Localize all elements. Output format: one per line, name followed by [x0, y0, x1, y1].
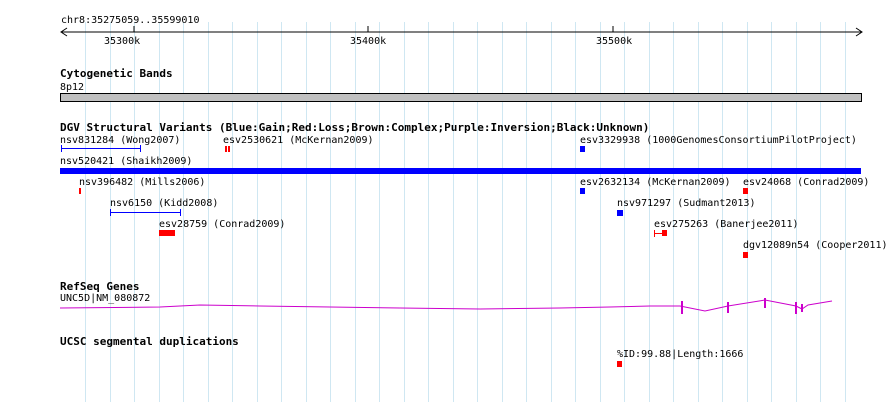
grid-line	[649, 22, 650, 402]
variant-bar-loss[interactable]	[225, 146, 227, 152]
track-title-cytogenetic-bands: Cytogenetic Bands	[60, 67, 173, 80]
genome-browser-view: chr8:35275059..35599010 35300k 35400k 35…	[0, 0, 890, 402]
grid-line	[698, 22, 699, 402]
variant-label: dgv12089n54 (Cooper2011)	[743, 240, 888, 251]
segdup-label: %ID:99.88|Length:1666	[617, 349, 744, 360]
grid-line	[428, 22, 429, 402]
gene-model-unc5d[interactable]	[0, 296, 890, 322]
variant-bar-loss[interactable]	[228, 146, 230, 152]
variant-label: nsv971297 (Sudmant2013)	[617, 198, 756, 209]
variant-bar-loss[interactable]	[662, 230, 667, 236]
ruler-tick-label: 35400k	[350, 36, 387, 47]
grid-line	[575, 22, 576, 402]
ruler-tick-label: 35300k	[104, 36, 141, 47]
variant-label: esv2530621 (McKernan2009)	[223, 135, 374, 146]
grid-line	[771, 22, 772, 402]
track-title-dgv-structural-variants: DGV Structural Variants (Blue:Gain;Red:L…	[60, 121, 650, 134]
variant-bar-gain[interactable]	[60, 168, 861, 174]
grid-line	[379, 22, 380, 402]
grid-line	[747, 22, 748, 402]
variant-label: esv275263 (Banerjee2011)	[654, 219, 799, 230]
variant-bar-gain[interactable]	[617, 210, 623, 216]
track-title-refseq-genes: RefSeq Genes	[60, 280, 140, 293]
variant-bar-end	[180, 209, 181, 216]
variant-bar-end	[654, 230, 655, 237]
variant-label: nsv520421 (Shaikh2009)	[60, 156, 193, 167]
grid-line	[624, 22, 625, 402]
variant-label: esv24068 (Conrad2009)	[743, 177, 870, 188]
variant-bar-loss[interactable]	[159, 230, 175, 236]
variant-bar-gain[interactable]	[580, 188, 585, 194]
variant-bar-loss[interactable]	[79, 188, 81, 194]
grid-line	[404, 22, 405, 402]
grid-line	[845, 22, 846, 402]
variant-label: nsv396482 (Mills2006)	[79, 177, 206, 188]
segdup-bar[interactable]	[617, 361, 622, 367]
grid-line	[453, 22, 454, 402]
grid-line	[281, 22, 282, 402]
grid-line	[600, 22, 601, 402]
variant-bar-gain[interactable]	[61, 148, 141, 149]
grid-line	[477, 22, 478, 402]
variant-bar-gain[interactable]	[580, 146, 585, 152]
variant-label: nsv6150 (Kidd2008)	[110, 198, 219, 209]
variant-label: esv28759 (Conrad2009)	[159, 219, 286, 230]
variant-label: nsv831284 (Wong2007)	[60, 135, 181, 146]
grid-line	[330, 22, 331, 402]
variant-bar-end	[61, 145, 62, 152]
variant-bar-end	[140, 145, 141, 152]
cytoband-bar[interactable]	[60, 93, 862, 102]
grid-line	[722, 22, 723, 402]
grid-line	[820, 22, 821, 402]
track-title-segmental-duplications: UCSC segmental duplications	[60, 335, 239, 348]
grid-line	[257, 22, 258, 402]
variant-label: esv2632134 (McKernan2009)	[580, 177, 731, 188]
grid-line	[355, 22, 356, 402]
variant-label: esv3329938 (1000GenomesConsortiumPilotPr…	[580, 135, 857, 146]
grid-line	[551, 22, 552, 402]
grid-line	[673, 22, 674, 402]
ruler-tick-label: 35500k	[596, 36, 633, 47]
grid-line	[526, 22, 527, 402]
variant-bar-end	[110, 209, 111, 216]
variant-bar-gain[interactable]	[110, 212, 181, 213]
grid-line	[306, 22, 307, 402]
grid-line	[502, 22, 503, 402]
variant-bar-loss[interactable]	[743, 188, 748, 194]
variant-bar-loss[interactable]	[743, 252, 748, 258]
grid-line	[796, 22, 797, 402]
cytoband-label: 8p12	[60, 82, 85, 93]
